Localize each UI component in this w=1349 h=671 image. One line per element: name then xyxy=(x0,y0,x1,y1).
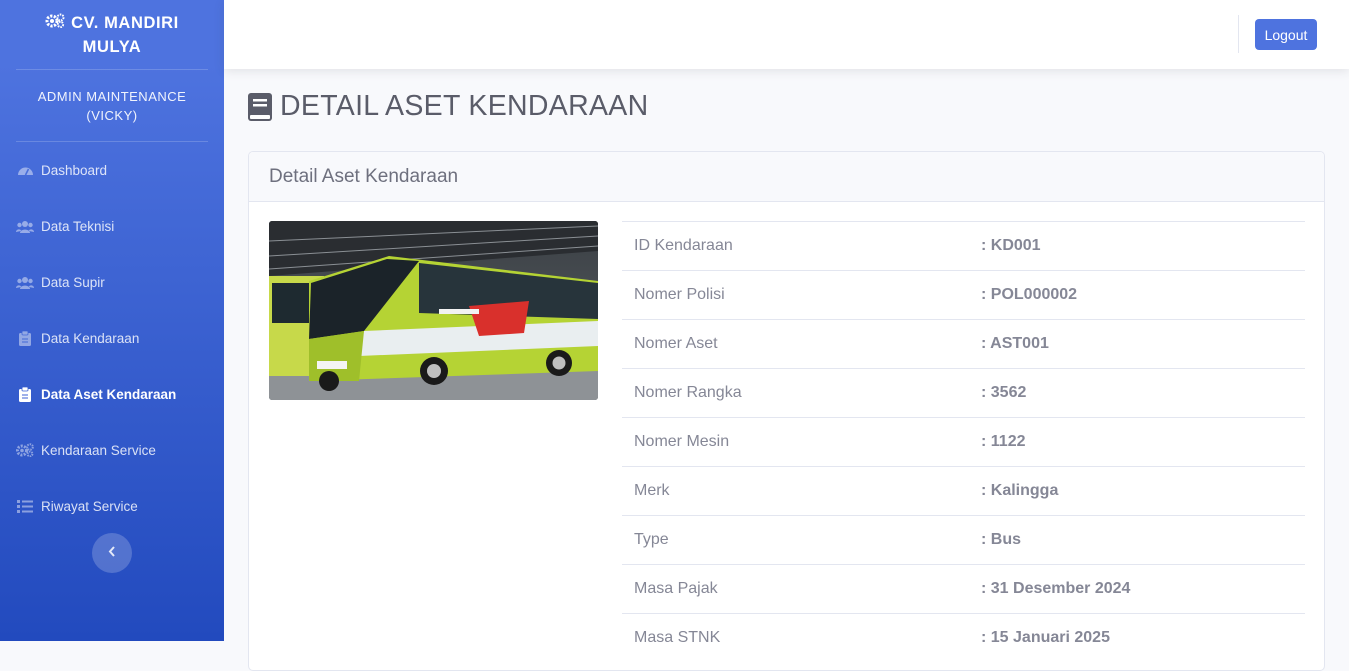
row-label: Masa Pajak xyxy=(622,564,969,614)
users-icon xyxy=(16,276,34,289)
table-row: Nomer Polisi: POL000002 xyxy=(622,270,1305,320)
list-icon xyxy=(16,499,34,513)
table-row: ID Kendaraan: KD001 xyxy=(622,221,1305,271)
table-row: Masa Pajak: 31 Desember 2024 xyxy=(622,564,1305,614)
sidebar-item-kendaraan-service[interactable]: Kendaraan Service xyxy=(0,422,224,478)
card-header: Detail Aset Kendaraan xyxy=(249,152,1324,202)
topbar-divider xyxy=(1238,15,1239,53)
sidebar-item-label: Riwayat Service xyxy=(41,498,138,514)
page-title-text: DETAIL ASET KENDARAAN xyxy=(280,90,649,122)
brand-text-wrap: CV. MANDIRI MULYA xyxy=(30,11,194,59)
logout-button[interactable]: Logout xyxy=(1255,19,1317,50)
table-row: Type: Bus xyxy=(622,515,1305,565)
tachometer-icon xyxy=(16,163,34,177)
row-value: : POL000002 xyxy=(969,270,1305,320)
row-label: ID Kendaraan xyxy=(622,221,969,271)
sidebar-item-data-supir[interactable]: Data Supir xyxy=(0,254,224,310)
sidebar-item-label: Data Teknisi xyxy=(41,218,115,234)
cogs-icon xyxy=(16,443,34,457)
clipboard-icon xyxy=(16,330,34,346)
row-value: : Bus xyxy=(969,515,1305,565)
detail-card: Detail Aset Kendaraan ID Kendaraan: KD0… xyxy=(248,151,1325,671)
sidebar-item-data-kendaraan[interactable]: Data Kendaraan xyxy=(0,310,224,366)
row-label: Nomer Polisi xyxy=(622,270,969,320)
row-label: Nomer Rangka xyxy=(622,368,969,418)
topbar: Logout xyxy=(224,0,1349,69)
sidebar-item-dashboard[interactable]: Dashboard xyxy=(0,142,224,198)
sidebar-item-label: Kendaraan Service xyxy=(41,442,156,458)
row-label: Nomer Aset xyxy=(622,319,969,369)
vehicle-photo xyxy=(269,221,598,400)
sidebar-item-label: Dashboard xyxy=(41,162,108,178)
users-icon xyxy=(16,220,34,233)
table-row: Nomer Rangka: 3562 xyxy=(622,368,1305,418)
row-label: Type xyxy=(622,515,969,565)
admin-label: ADMIN MAINTENANCE (VICKY) xyxy=(37,88,187,123)
row-label: Masa STNK xyxy=(622,613,969,663)
brand-name: CV. MANDIRI MULYA xyxy=(71,13,179,56)
page-title: DETAIL ASET KENDARAAN xyxy=(248,90,648,123)
cogs-icon xyxy=(45,11,65,35)
sidebar-item-label: Data Aset Kendaraan xyxy=(41,386,177,402)
table-row: Masa STNK: 15 Januari 2025 xyxy=(622,613,1305,663)
table-row: Merk: Kalingga xyxy=(622,466,1305,516)
sidebar-item-data-aset-kendaraan[interactable]: Data Aset Kendaraan xyxy=(0,366,224,422)
row-label: Merk xyxy=(622,466,969,516)
row-label: Nomer Mesin xyxy=(622,417,969,467)
sidebar-item-label: Data Supir xyxy=(41,274,105,290)
row-value: : 31 Desember 2024 xyxy=(969,564,1305,614)
clipboard-icon xyxy=(16,386,34,402)
row-value: : 1122 xyxy=(969,417,1305,467)
book-icon xyxy=(248,92,272,121)
sidebar-item-label: Data Kendaraan xyxy=(41,330,140,346)
chevron-left-icon xyxy=(108,544,116,562)
brand[interactable]: CV. MANDIRI MULYA xyxy=(0,0,224,69)
sidebar: CV. MANDIRI MULYA ADMIN MAINTENANCE (VIC… xyxy=(0,0,224,641)
row-value: : 3562 xyxy=(969,368,1305,418)
table-row: Nomer Mesin: 1122 xyxy=(622,417,1305,467)
sidebar-toggle-button[interactable] xyxy=(92,533,132,573)
table-row: Nomer Aset: AST001 xyxy=(622,319,1305,369)
row-value: : AST001 xyxy=(969,319,1305,369)
sidebar-item-data-teknisi[interactable]: Data Teknisi xyxy=(0,198,224,254)
row-value: : 15 Januari 2025 xyxy=(969,613,1305,663)
row-value: : KD001 xyxy=(969,221,1305,271)
sidebar-item-riwayat-service[interactable]: Riwayat Service xyxy=(0,478,224,534)
detail-table: ID Kendaraan: KD001 Nomer Polisi: POL000… xyxy=(622,221,1305,663)
row-value: : Kalingga xyxy=(969,466,1305,516)
